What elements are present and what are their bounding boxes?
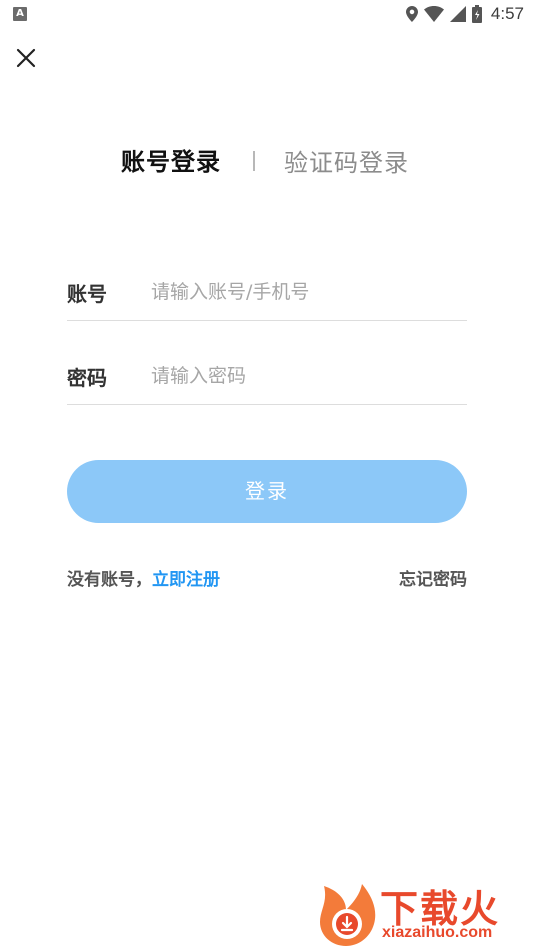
signal-icon	[449, 6, 466, 22]
no-account-text: 没有账号，立即注册	[67, 565, 220, 590]
app-notification-icon: A	[13, 7, 27, 21]
account-input[interactable]	[151, 274, 461, 310]
watermark-url: xiazaihuo.com	[382, 924, 493, 941]
account-label: 账号	[67, 282, 107, 306]
battery-icon	[471, 5, 482, 23]
no-account-label: 没有账号，	[67, 570, 152, 590]
close-icon	[16, 48, 36, 68]
watermark: 下载火 xiazaihuo.com	[316, 880, 530, 946]
status-icons: 4:57	[405, 2, 524, 26]
status-time: 4:57	[490, 4, 524, 23]
location-icon	[405, 6, 418, 22]
status-bar: A 4:57	[0, 0, 534, 28]
auth-footer: 没有账号，立即注册 忘记密码	[67, 565, 467, 591]
tab-account-login[interactable]: 账号登录	[121, 142, 221, 177]
register-link[interactable]: 立即注册	[152, 570, 220, 590]
forgot-password-link[interactable]: 忘记密码	[399, 565, 467, 590]
password-input[interactable]	[151, 358, 461, 394]
account-field: 账号	[67, 264, 467, 321]
password-label: 密码	[67, 366, 107, 390]
password-field: 密码	[67, 348, 467, 405]
tab-code-login[interactable]: 验证码登录	[284, 143, 409, 178]
watermark-logo-icon	[320, 884, 376, 946]
wifi-icon	[423, 6, 444, 22]
login-tabs: 账号登录 验证码登录	[0, 140, 534, 184]
login-button[interactable]: 登录	[67, 460, 467, 523]
tab-divider	[253, 151, 255, 171]
close-button[interactable]	[12, 44, 40, 72]
